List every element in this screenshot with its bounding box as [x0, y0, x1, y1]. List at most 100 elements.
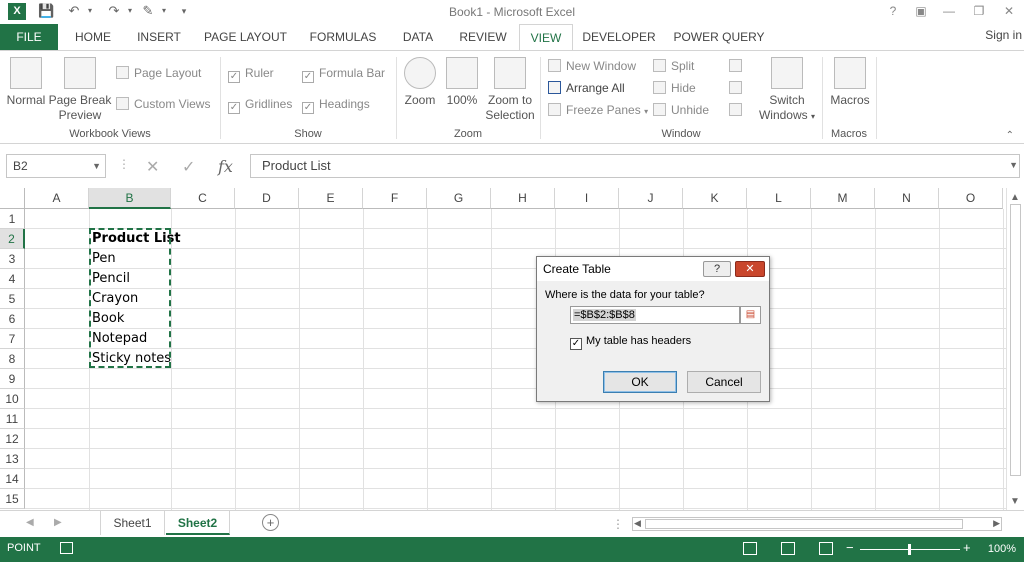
formula-input[interactable]: Product List [250, 154, 1020, 178]
formula-bar-checkbox[interactable]: ✓ Formula Bar [302, 64, 385, 83]
tab-home[interactable]: HOME [66, 24, 120, 50]
column-header-o[interactable]: O [939, 188, 1003, 209]
vertical-scrollbar[interactable]: ▲ ▼ [1006, 188, 1024, 510]
row-header[interactable]: 7 [0, 329, 25, 349]
zoom-button[interactable]: Zoom [400, 57, 440, 108]
page-break-status-icon[interactable] [819, 542, 833, 555]
zoom-to-selection-button[interactable]: Zoom to Selection [484, 57, 536, 123]
row-header[interactable]: 9 [0, 369, 25, 389]
gridlines-checkbox[interactable]: ✓ Gridlines [228, 95, 292, 114]
macros-button[interactable]: Macros [826, 57, 874, 108]
row-header[interactable]: 10 [0, 389, 25, 409]
row-header[interactable]: 4 [0, 269, 25, 289]
column-header-k[interactable]: K [683, 188, 747, 209]
new-sheet-icon[interactable]: + [262, 514, 279, 531]
tab-data[interactable]: DATA [393, 24, 443, 50]
page-layout-view-button[interactable]: Page Layout [116, 64, 201, 82]
sheet-tab-sheet2[interactable]: Sheet2 [166, 511, 230, 535]
tab-power-query[interactable]: POWER QUERY [672, 24, 766, 50]
normal-view-button[interactable]: Normal [4, 57, 48, 108]
horizontal-scroll-thumb[interactable] [645, 519, 963, 529]
column-header-l[interactable]: L [747, 188, 811, 209]
row-header[interactable]: 15 [0, 489, 25, 509]
scroll-right-icon[interactable]: ▶ [993, 518, 1000, 529]
cancel-button[interactable]: Cancel [687, 371, 761, 393]
has-headers-checkbox[interactable]: ✓ My table has headers [570, 335, 691, 350]
expand-formula-bar-icon[interactable]: ▼ [1009, 160, 1018, 170]
normal-view-status-icon[interactable] [743, 542, 757, 555]
horizontal-scrollbar[interactable]: ◀ ▶ [632, 517, 1002, 531]
column-header-c[interactable]: C [171, 188, 235, 209]
custom-views-button[interactable]: Custom Views [116, 95, 210, 113]
zoom-level[interactable]: 100% [988, 543, 1016, 555]
dialog-close-icon[interactable]: ✕ [735, 261, 765, 277]
row-header[interactable]: 11 [0, 409, 25, 429]
row-header[interactable]: 1 [0, 209, 25, 229]
ok-button[interactable]: OK [603, 371, 677, 393]
vertical-scroll-thumb[interactable] [1010, 204, 1021, 476]
table-range-input[interactable]: =$B$2:$B$8 [570, 306, 740, 324]
column-header-f[interactable]: F [363, 188, 427, 209]
page-break-preview-button[interactable]: Page Break Preview [48, 57, 112, 123]
row-header[interactable]: 13 [0, 449, 25, 469]
zoom-out-icon[interactable]: − [846, 540, 854, 555]
ribbon-display-options-icon[interactable]: ▣ [910, 3, 932, 19]
page-layout-status-icon[interactable] [781, 542, 795, 555]
row-header[interactable]: 3 [0, 249, 25, 269]
dialog-help-button[interactable]: ? [703, 261, 731, 277]
unhide-button[interactable]: Unhide [653, 101, 709, 119]
tab-view[interactable]: VIEW [519, 24, 573, 51]
column-header-e[interactable]: E [299, 188, 363, 209]
column-header-h[interactable]: H [491, 188, 555, 209]
switch-windows-button[interactable]: Switch Windows ▾ [756, 57, 818, 124]
tab-page-layout[interactable]: PAGE LAYOUT [198, 24, 293, 50]
collapse-ribbon-icon[interactable]: ⌃ [1006, 130, 1014, 141]
scroll-down-icon[interactable]: ▼ [1010, 496, 1020, 507]
tab-file[interactable]: FILE [0, 24, 58, 50]
view-side-by-side-button[interactable] [729, 57, 747, 75]
ruler-checkbox[interactable]: ✓ Ruler [228, 64, 274, 83]
column-header-i[interactable]: I [555, 188, 619, 209]
freeze-panes-button[interactable]: Freeze Panes ▾ [548, 101, 648, 119]
tab-review[interactable]: REVIEW [453, 24, 513, 50]
dialog-title-bar[interactable]: Create Table ? ✕ [537, 257, 769, 281]
row-header[interactable]: 2 [0, 229, 25, 249]
split-button[interactable]: Split [653, 57, 694, 75]
tab-splitter-icon[interactable]: ⋮ [612, 517, 624, 531]
zoom-in-icon[interactable]: + [963, 540, 971, 555]
range-selector-icon[interactable]: ▤ [740, 306, 761, 324]
column-header-a[interactable]: A [25, 188, 89, 209]
select-all-corner[interactable] [0, 188, 25, 209]
zoom-slider-handle[interactable] [908, 544, 911, 555]
row-header[interactable]: 5 [0, 289, 25, 309]
column-header-j[interactable]: J [619, 188, 683, 209]
cancel-entry-icon[interactable]: ✕ [146, 157, 159, 177]
zoom-100-button[interactable]: 100% [442, 57, 482, 108]
restore-icon[interactable]: ❐ [968, 3, 990, 19]
column-header-d[interactable]: D [235, 188, 299, 209]
row-header[interactable]: 12 [0, 429, 25, 449]
synchronous-scrolling-button[interactable] [729, 79, 747, 97]
row-header[interactable]: 14 [0, 469, 25, 489]
sign-in-link[interactable]: Sign in [985, 28, 1022, 42]
sheet-tab-sheet1[interactable]: Sheet1 [101, 511, 165, 535]
enter-entry-icon[interactable]: ✓ [182, 157, 195, 177]
help-icon[interactable]: ? [882, 3, 904, 19]
new-window-button[interactable]: New Window [548, 57, 636, 75]
minimize-icon[interactable]: — [938, 3, 960, 19]
column-header-g[interactable]: G [427, 188, 491, 209]
row-header[interactable]: 8 [0, 349, 25, 369]
reset-window-position-button[interactable] [729, 101, 747, 119]
column-header-m[interactable]: M [811, 188, 875, 209]
hide-button[interactable]: Hide [653, 79, 696, 97]
tab-formulas[interactable]: FORMULAS [303, 24, 383, 50]
arrange-all-button[interactable]: Arrange All [548, 79, 625, 97]
name-box[interactable]: B2 ▼ [6, 154, 106, 178]
sheet-scroll-left-icon[interactable]: ◀ [26, 517, 34, 528]
tab-insert[interactable]: INSERT [130, 24, 188, 50]
close-window-icon[interactable]: ✕ [998, 3, 1020, 19]
column-header-n[interactable]: N [875, 188, 939, 209]
tab-developer[interactable]: DEVELOPER [580, 24, 658, 50]
macro-record-icon[interactable] [60, 542, 73, 554]
headings-checkbox[interactable]: ✓ Headings [302, 95, 370, 114]
